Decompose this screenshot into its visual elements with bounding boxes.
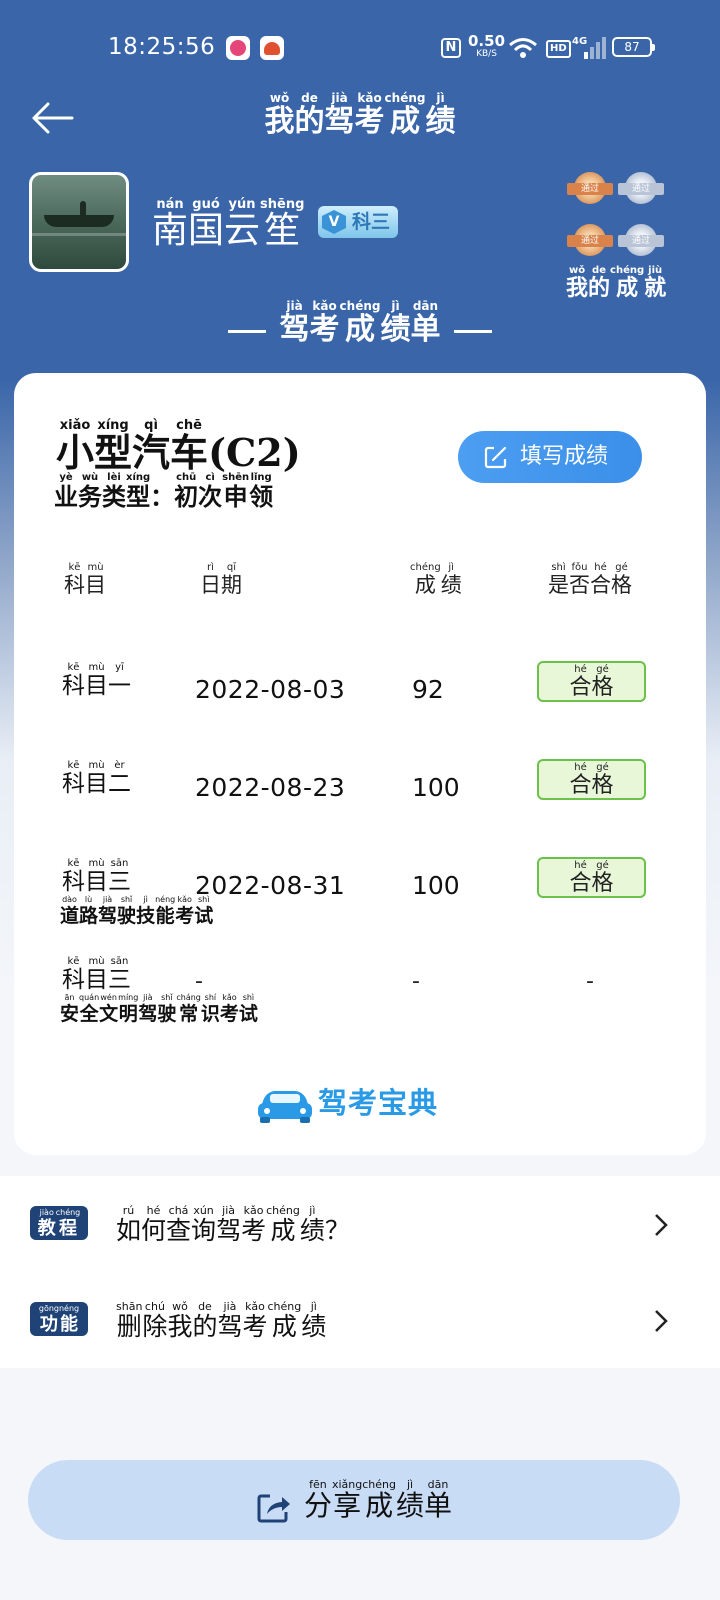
date-cell: 2022-08-23: [195, 773, 346, 802]
subject-subtitle: dào 道 lù 路 jià 驾 shǐ 驶 jì 技 néng 能 kǎo 考 shì 试: [60, 895, 214, 927]
subject-cell: kē 科 mù 目 sān 三: [62, 858, 131, 895]
date-cell: 2022-08-03: [195, 675, 346, 704]
share-score-button[interactable]: fēn 分 xiǎng 享 chéng 成 jì 绩 dān 单: [28, 1460, 680, 1540]
status-cell: -: [586, 969, 594, 994]
list-item-label: rú 如 hé 何 chá 查 xún 询 jià 驾 kǎo 考 chéng 成 jì 绩 ？: [116, 1204, 350, 1245]
list-item-label: shān 删 chú 除 wǒ 我 de 的 jià 驾 kǎo 考 chéng 成 jì 绩: [116, 1300, 327, 1341]
level-badge: V 科三: [318, 206, 398, 238]
app-notification-icon: [226, 36, 250, 60]
wifi-icon: [509, 38, 537, 58]
status-bar: 18:25:56 N 0.50 KB/S HD 4G 87: [0, 0, 720, 96]
car-type: xiǎo 小 xíng 型 qì 汽 chē 车 (C2): [56, 418, 301, 475]
score-cell: 100: [412, 871, 460, 900]
pass-badge: hé 合 gé 格: [537, 661, 646, 702]
share-icon: [257, 1494, 290, 1523]
score-cell: 100: [412, 773, 460, 802]
brand-logo: 驾考宝典: [256, 1083, 456, 1123]
medal-icon[interactable]: 通过: [567, 172, 613, 210]
v-badge-icon: V: [322, 210, 346, 234]
date-cell: -: [195, 969, 204, 994]
medal-icon[interactable]: 通过: [618, 224, 664, 262]
network-speed: 0.50 KB/S: [468, 32, 506, 60]
table-row: kē 科 mù 目 sān 三 dào 道 lù 路 jià 驾 shǐ 驶 jì 技 néng 能 kǎo 考 shì…: [14, 857, 706, 926]
medal-icon[interactable]: 通过: [618, 172, 664, 210]
edit-icon: [484, 446, 507, 469]
col-header-score: chéng 成 jì 绩: [410, 562, 462, 597]
avatar[interactable]: [29, 172, 129, 272]
tag-tutorial: jiào 教 chéng 程: [30, 1206, 88, 1240]
user-name: nán 南 guó 国 yún 云 shēng 笙: [152, 197, 305, 251]
car-logo-icon: [258, 1091, 312, 1123]
subject-cell: kē 科 mù 目 yī 一: [62, 662, 131, 699]
medal-icon[interactable]: 通过: [567, 224, 613, 262]
subject-cell: kē 科 mù 目 sān 三: [62, 956, 131, 993]
list-item-delete-scores[interactable]: gōng 功 néng 能 shān 删 chú 除 wǒ 我 de 的 jià 驾 kǎo 考 chéng 成…: [0, 1272, 720, 1368]
my-achievements-link[interactable]: wǒ 我 de 的 chéng 成 jiù 就: [566, 264, 666, 301]
battery-icon: 87: [612, 37, 655, 57]
app-notification-icon-2: [260, 36, 284, 60]
tag-function: gōng 功 néng 能: [30, 1302, 88, 1336]
business-type: yè 业 wù 务 lèi 类 xíng 型 ： chū 初 cì 次 shēn 申 lǐng 领: [54, 472, 274, 511]
col-header-date: rì 日 qī 期: [200, 562, 242, 597]
page-title: wǒ 我 de 的 jià 驾 kǎo 考 chéng 成 jì 绩: [264, 91, 456, 139]
help-list: jiào 教 chéng 程 rú 如 hé 何 chá 查 xún 询 jià 驾 kǎo 考 chéng 成…: [0, 1176, 720, 1368]
col-header-passed: shì 是 fǒu 否 hé 合 gé 格: [548, 562, 632, 597]
chevron-right-icon: [655, 1214, 668, 1236]
date-cell: 2022-08-31: [195, 871, 346, 900]
subject-cell: kē 科 mù 目 èr 二: [62, 760, 131, 797]
col-header-subject: kē 科 mù 目: [64, 562, 106, 597]
hd-icon: HD: [546, 40, 571, 58]
score-cell: -: [412, 969, 420, 994]
sheet-title: jià 驾 kǎo 考 chéng 成 jì 绩 dān 单: [0, 300, 720, 346]
score-card: xiǎo 小 xíng 型 qì 汽 chē 车 (C2) yè 业 wù 务 lèi 类 xíng 型 ：…: [14, 373, 706, 1155]
svg-text:4G: 4G: [572, 36, 587, 47]
status-time: 18:25:56: [108, 34, 216, 60]
table-row: kē 科 mù 目 èr 二 2022-08-23 100 hé 合 gé 格: [14, 759, 706, 819]
signal-icon: 4G: [572, 36, 606, 59]
list-item-query-tutorial[interactable]: jiào 教 chéng 程 rú 如 hé 何 chá 查 xún 询 jià 驾 kǎo 考 chéng 成…: [0, 1176, 720, 1272]
chevron-right-icon: [655, 1310, 668, 1332]
pass-badge: hé 合 gé 格: [537, 759, 646, 800]
table-row: kē 科 mù 目 sān 三 ān 安 quán 全 wén 文 míng 明 jià 驾 shǐ 驶 cháng…: [14, 955, 706, 1024]
pass-badge: hé 合 gé 格: [537, 857, 646, 898]
fill-score-button[interactable]: 填写成绩: [458, 431, 642, 483]
table-row: kē 科 mù 目 yī 一 2022-08-03 92 hé 合 gé 格: [14, 661, 706, 721]
nfc-icon: N: [441, 38, 461, 58]
share-label: fēn 分 xiǎng 享 chéng 成 jì 绩 dān 单: [303, 1478, 453, 1522]
subject-subtitle: ān 安 quán 全 wén 文 míng 明 jià 驾 shǐ 驶 cháng 常 shí 识 kǎo 考 s…: [60, 993, 258, 1025]
score-cell: 92: [412, 675, 444, 704]
